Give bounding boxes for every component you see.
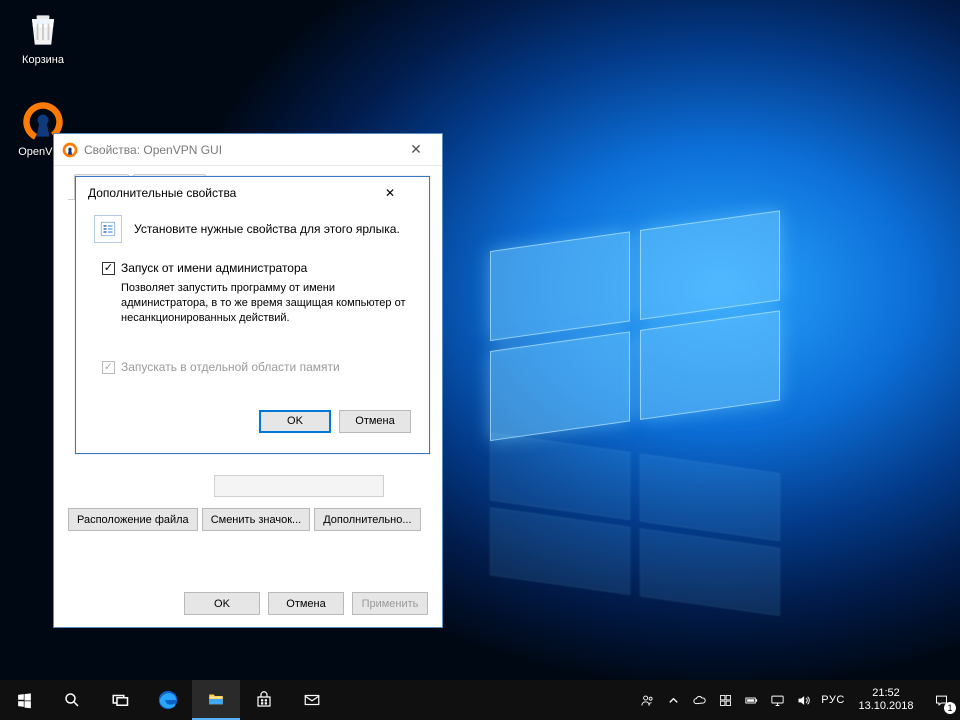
boxes-icon	[718, 693, 733, 708]
desktop-icon-label: Корзина	[8, 54, 78, 66]
cancel-button[interactable]: Отмена	[339, 410, 411, 433]
clock-time: 21:52	[872, 687, 900, 700]
advanced-button[interactable]: Дополнительно...	[314, 508, 420, 531]
wallpaper-windows-logo	[490, 209, 790, 451]
tray-volume[interactable]	[790, 680, 816, 720]
store-icon	[255, 691, 273, 709]
wallpaper-windows-logo-reflection	[490, 432, 790, 627]
separate-memory-label: Запускать в отдельной области памяти	[121, 360, 340, 374]
tray-language[interactable]: РУС	[816, 680, 850, 720]
shortcut-field-placeholder	[214, 475, 384, 497]
mail-icon	[303, 691, 321, 709]
tray-vm-tools[interactable]	[712, 680, 738, 720]
cancel-button[interactable]: Отмена	[268, 592, 344, 615]
tray-network[interactable]	[764, 680, 790, 720]
close-button[interactable]: ✕	[396, 138, 436, 162]
run-as-admin-label[interactable]: Запуск от имени администратора	[121, 261, 307, 275]
change-icon-button[interactable]: Сменить значок...	[202, 508, 311, 531]
ok-button[interactable]: OK	[184, 592, 260, 615]
file-explorer-icon	[207, 690, 225, 708]
file-location-button[interactable]: Расположение файла	[68, 508, 198, 531]
tray-battery[interactable]	[738, 680, 764, 720]
network-icon	[770, 693, 785, 708]
people-icon	[640, 693, 655, 708]
taskbar-search[interactable]	[48, 680, 96, 720]
apply-button: Применить	[352, 592, 428, 615]
advanced-properties-dialog: Дополнительные свойства ✕ Установите нуж…	[75, 176, 430, 454]
taskbar-taskview[interactable]	[96, 680, 144, 720]
desktop-icon-recycle-bin[interactable]: Корзина	[8, 8, 78, 66]
taskbar-app-edge[interactable]	[144, 680, 192, 720]
chevron-up-icon	[666, 693, 681, 708]
openvpn-small-icon	[62, 142, 78, 158]
properties-icon	[94, 215, 122, 243]
battery-icon	[744, 693, 759, 708]
tray-clock[interactable]: 21:52 13.10.2018	[850, 680, 922, 720]
dialog-instruction: Установите нужные свойства для этого ярл…	[134, 222, 400, 236]
close-button[interactable]: ✕	[385, 180, 423, 206]
notification-badge: 1	[944, 702, 956, 714]
taskbar: РУС 21:52 13.10.2018 1	[0, 680, 960, 720]
taskbar-app-mail[interactable]	[288, 680, 336, 720]
volume-icon	[796, 693, 811, 708]
start-button[interactable]	[0, 680, 48, 720]
close-icon: ✕	[410, 141, 422, 158]
edge-icon	[157, 689, 179, 711]
taskbar-app-store[interactable]	[240, 680, 288, 720]
close-icon: ✕	[385, 186, 423, 200]
tray-action-center[interactable]: 1	[922, 680, 960, 720]
task-view-icon	[111, 691, 129, 709]
ok-button[interactable]: OK	[259, 410, 331, 433]
tray-onedrive[interactable]	[686, 680, 712, 720]
titlebar[interactable]: Свойства: OpenVPN GUI ✕	[54, 134, 442, 166]
cloud-icon	[692, 693, 707, 708]
separate-memory-checkbox	[102, 361, 115, 374]
run-as-admin-checkbox[interactable]	[102, 262, 115, 275]
dialog-title: Дополнительные свойства	[88, 186, 385, 200]
tray-people[interactable]	[634, 680, 660, 720]
windows-logo-icon	[16, 692, 33, 709]
run-as-admin-description: Позволяет запустить программу от имени а…	[121, 281, 411, 326]
tray-overflow[interactable]	[660, 680, 686, 720]
search-icon	[63, 691, 81, 709]
taskbar-app-explorer[interactable]	[192, 680, 240, 720]
recycle-bin-icon	[21, 8, 65, 52]
dialog-titlebar[interactable]: Дополнительные свойства ✕	[76, 177, 429, 209]
window-title: Свойства: OpenVPN GUI	[84, 143, 390, 157]
clock-date: 13.10.2018	[858, 700, 913, 713]
